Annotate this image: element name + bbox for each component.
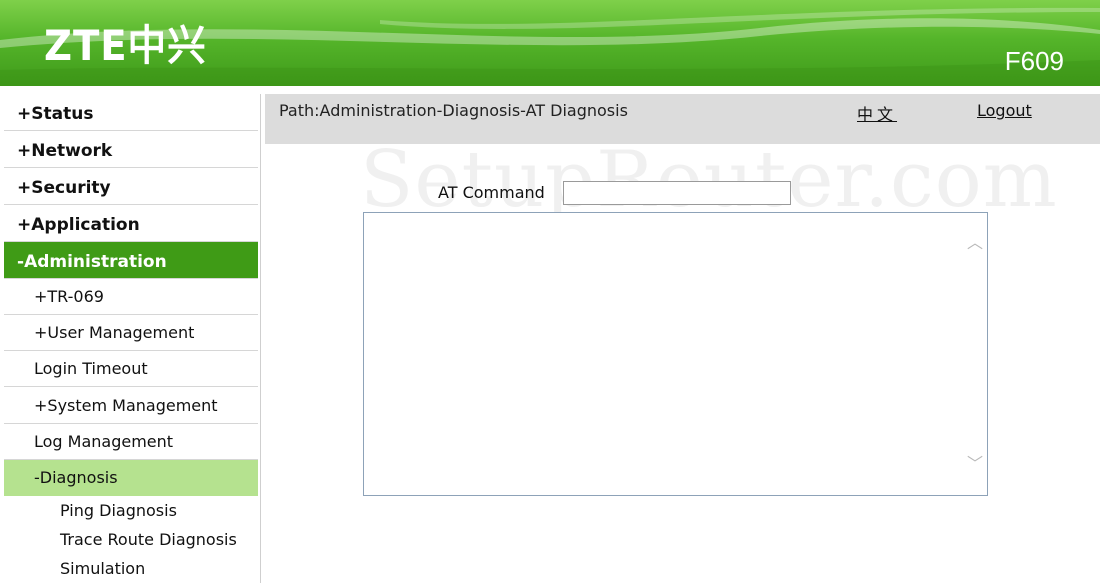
sidebar-item-ping-diagnosis[interactable]: Ping Diagnosis xyxy=(4,496,258,526)
model-name: F609 xyxy=(1004,46,1064,76)
sidebar-item-security[interactable]: +Security xyxy=(4,168,258,205)
sidebar-item-label: TR-069 xyxy=(47,287,104,306)
sidebar-item-label: Administration xyxy=(24,252,167,272)
sidebar-item-diagnosis[interactable]: -Diagnosis xyxy=(4,460,258,496)
expand-plus-icon: + xyxy=(17,104,32,124)
sidebar-item-label: Application xyxy=(31,215,140,235)
sidebar-item-label: System Management xyxy=(47,396,218,415)
expand-plus-icon: + xyxy=(34,396,48,415)
sidebar-item-label: User Management xyxy=(47,323,195,342)
at-command-label: AT Command xyxy=(438,183,545,202)
expand-plus-icon: + xyxy=(17,141,32,161)
chevron-up-icon[interactable]: ︿ xyxy=(965,233,985,253)
sidebar-item-trace-route-diagnosis[interactable]: Trace Route Diagnosis xyxy=(4,525,258,555)
expand-plus-icon: + xyxy=(34,287,48,306)
expand-plus-icon: + xyxy=(34,323,48,342)
at-command-input[interactable] xyxy=(563,181,791,205)
sidebar-item-log-management[interactable]: Log Management xyxy=(4,424,258,460)
at-output-textarea[interactable] xyxy=(363,212,988,496)
expand-plus-icon: + xyxy=(17,178,32,198)
sidebar-item-application[interactable]: +Application xyxy=(4,205,258,242)
path-bar: Path:Administration-Diagnosis-AT Diagnos… xyxy=(265,94,1100,144)
sidebar-item-label: Login Timeout xyxy=(34,359,148,378)
sidebar-item-network[interactable]: +Network xyxy=(4,131,258,168)
sidebar-item-status[interactable]: +Status xyxy=(4,94,258,131)
sidebar-item-user-management[interactable]: +User Management xyxy=(4,315,258,351)
language-switch-link[interactable]: 中文 xyxy=(857,101,897,125)
sidebar-item-login-timeout[interactable]: Login Timeout xyxy=(4,351,258,387)
sidebar-item-simulation[interactable]: Simulation xyxy=(4,554,258,584)
logout-link[interactable]: Logout xyxy=(977,101,1032,120)
sidebar-item-label: Network xyxy=(31,141,113,161)
sidebar-item-administration[interactable]: -Administration xyxy=(4,242,258,279)
sidebar-item-label: Log Management xyxy=(34,432,174,451)
sidebar-item-system-management[interactable]: +System Management xyxy=(4,388,258,424)
sidebar-item-label: Status xyxy=(31,104,94,124)
breadcrumb: Path:Administration-Diagnosis-AT Diagnos… xyxy=(279,101,628,120)
sidebar-menu: +Status +Network +Security +Application … xyxy=(4,94,261,583)
sidebar-item-tr069[interactable]: +TR-069 xyxy=(4,279,258,315)
sidebar-item-label: Diagnosis xyxy=(39,468,118,487)
sidebar-item-label: Ping Diagnosis xyxy=(60,501,177,520)
sidebar-item-label: Simulation xyxy=(60,559,146,578)
expand-plus-icon: + xyxy=(17,215,32,235)
collapse-minus-icon: - xyxy=(17,252,25,272)
zte-logo: ZTE中兴 xyxy=(44,21,207,70)
sidebar-item-label: Security xyxy=(31,178,111,198)
header-banner: ZTE中兴 F609 xyxy=(0,0,1100,86)
sidebar-item-label: Trace Route Diagnosis xyxy=(60,530,237,549)
chevron-down-icon[interactable]: ﹀ xyxy=(965,454,985,474)
